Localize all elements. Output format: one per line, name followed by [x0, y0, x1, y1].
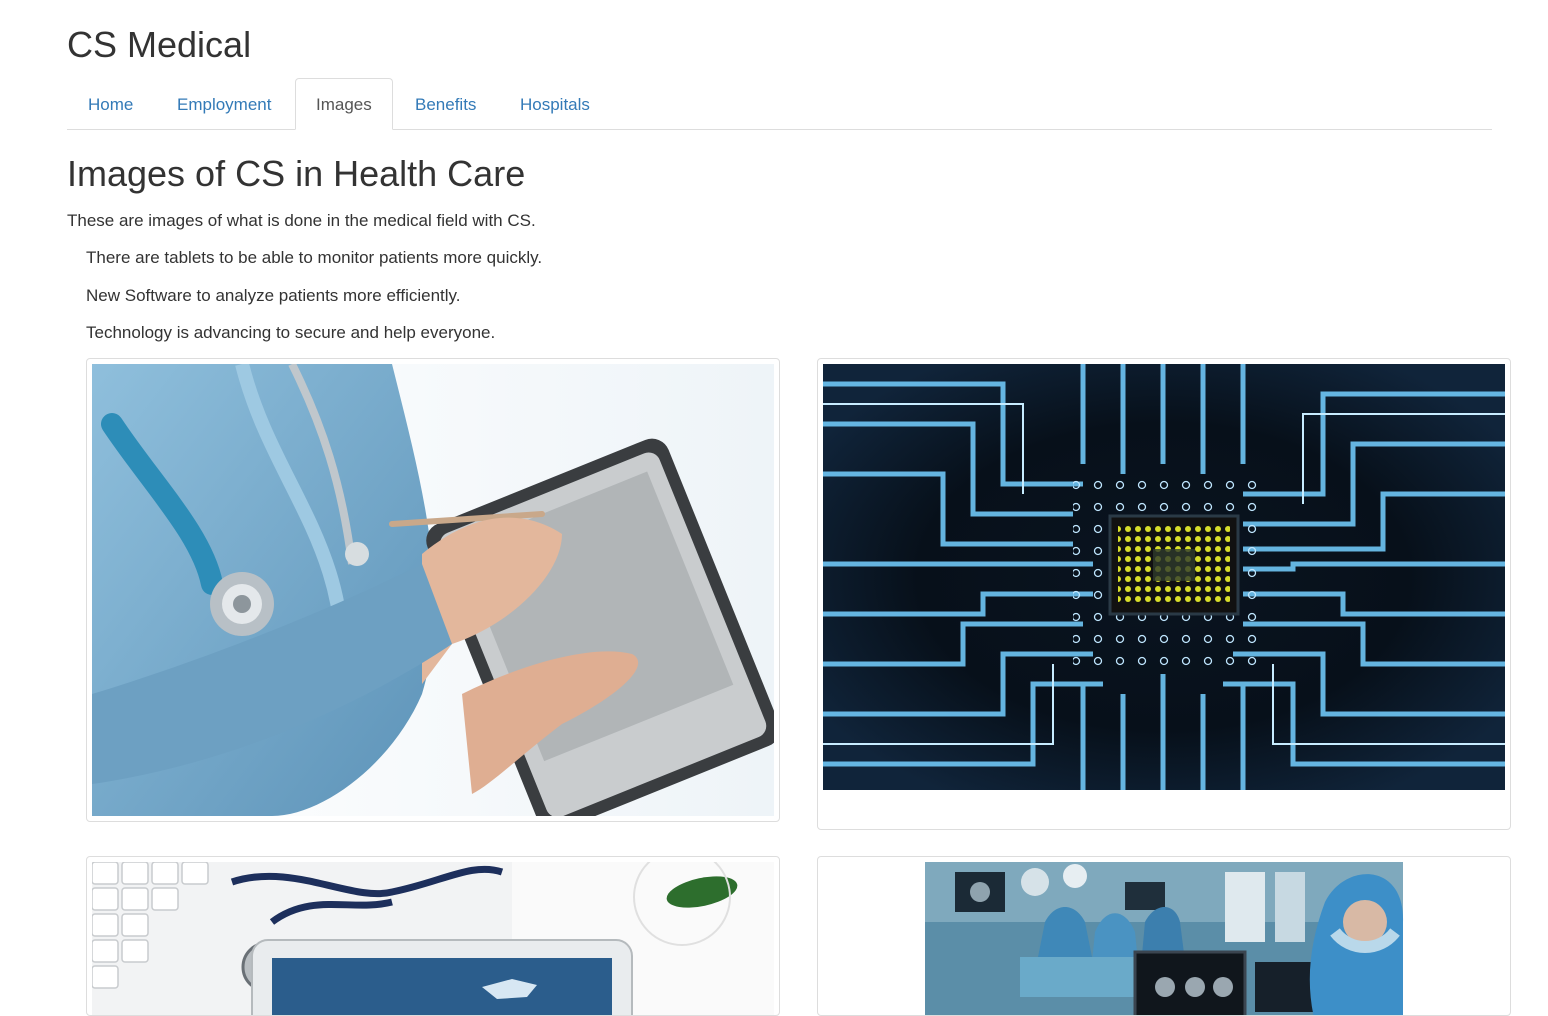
tab-benefits[interactable]: Benefits	[394, 78, 497, 129]
nurse-tablet-image	[92, 364, 774, 816]
point-software: New Software to analyze patients more ef…	[86, 286, 461, 305]
tab-employment[interactable]: Employment	[156, 78, 292, 129]
operating-room-image	[823, 862, 1505, 1015]
tab-images[interactable]: Images	[295, 78, 393, 130]
page-heading: Images of CS in Health Care	[67, 153, 526, 194]
intro-text: These are images of what is done in the …	[67, 211, 536, 230]
point-tablets: There are tablets to be able to monitor …	[86, 248, 543, 267]
image-thumbnail[interactable]	[817, 856, 1511, 1016]
stethoscope-keyboard-tablet-image	[92, 862, 774, 1015]
image-thumbnail[interactable]	[86, 856, 780, 1016]
image-thumbnail[interactable]	[817, 358, 1511, 830]
point-technology: Technology is advancing to secure and he…	[86, 323, 496, 342]
site-title: CS Medical	[67, 24, 252, 65]
tab-home[interactable]: Home	[67, 78, 154, 129]
nav-tabs: Home Employment Images Benefits Hospital…	[67, 78, 1492, 130]
tab-hospitals[interactable]: Hospitals	[499, 78, 611, 129]
circuit-board-chip-image	[823, 364, 1505, 790]
image-thumbnail[interactable]	[86, 358, 780, 822]
